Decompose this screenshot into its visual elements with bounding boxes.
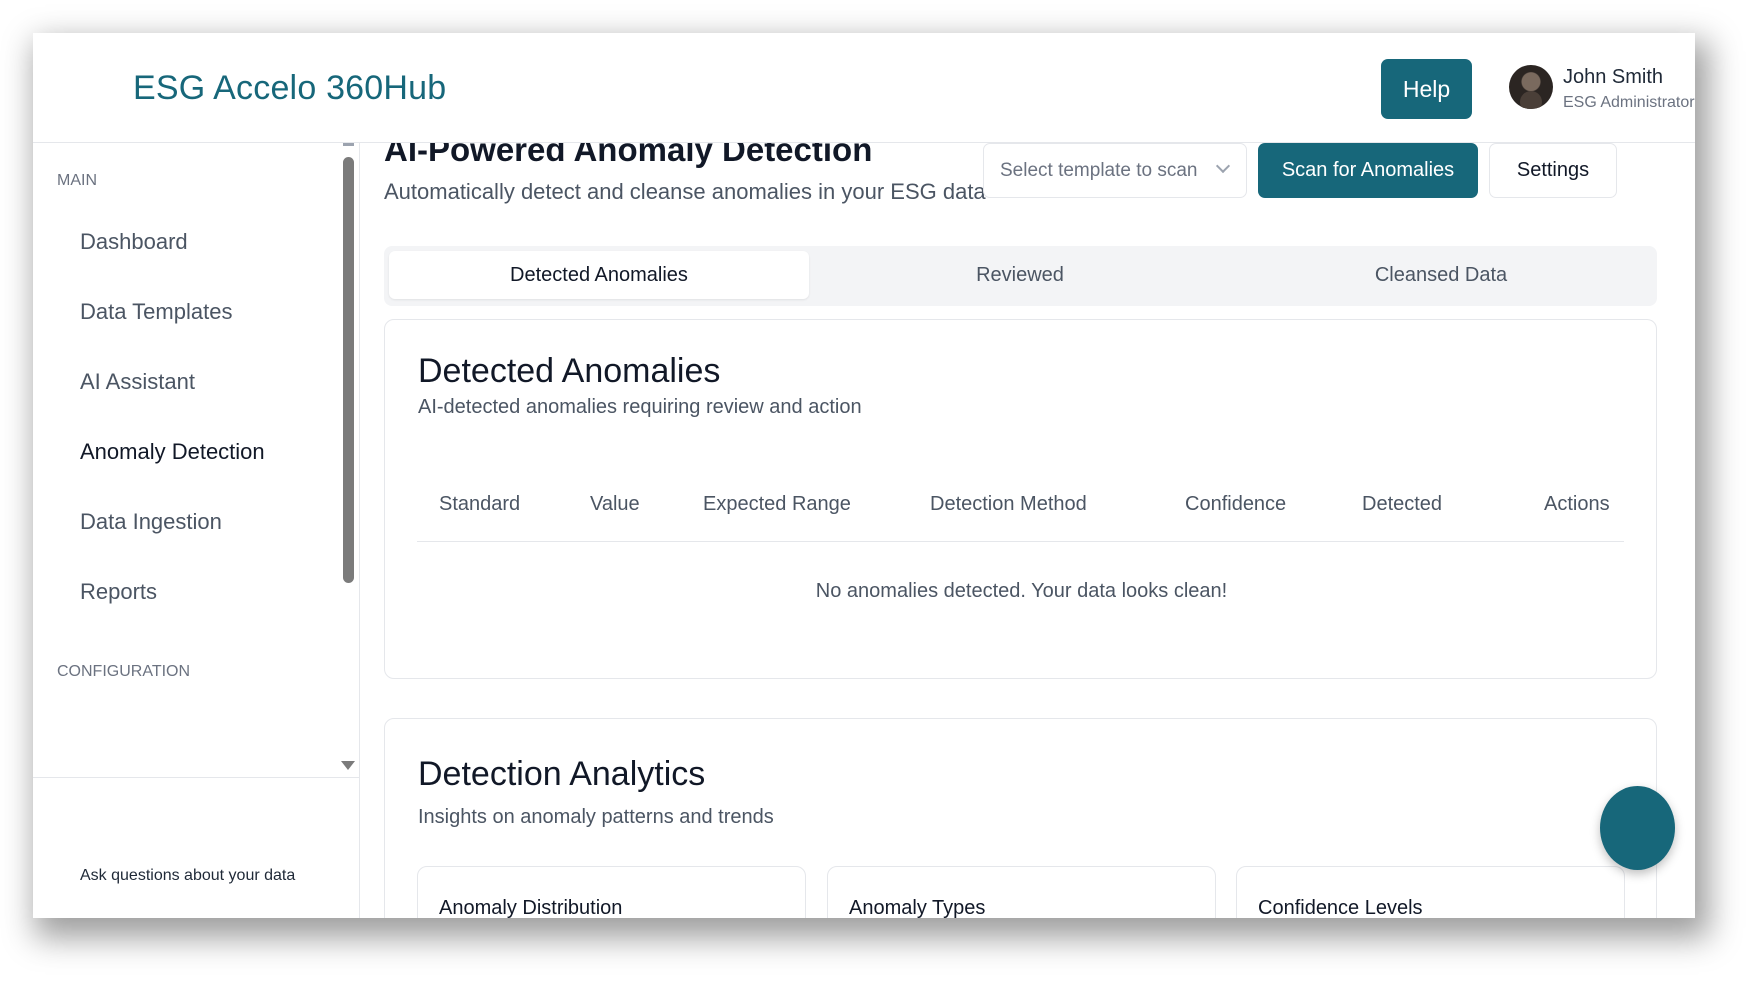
sidebar-scrollbar-top xyxy=(343,143,354,146)
tab-bar: Detected Anomalies Reviewed Cleansed Dat… xyxy=(384,246,1657,306)
sidebar-section-configuration: CONFIGURATION xyxy=(57,663,191,680)
template-select[interactable]: Select template to scan xyxy=(983,143,1247,198)
main-content: AI-Powered Anomaly Detection Automatical… xyxy=(360,143,1695,918)
column-header-confidence[interactable]: Confidence xyxy=(1185,493,1286,516)
confidence-levels-panel: Confidence Levels xyxy=(1236,866,1625,918)
template-select-placeholder: Select template to scan xyxy=(1000,160,1198,181)
table-header-divider xyxy=(417,541,1624,542)
sidebar-item-ai-assistant[interactable]: AI Assistant xyxy=(80,369,195,395)
detected-anomalies-title: Detected Anomalies xyxy=(418,352,721,390)
anomaly-distribution-panel: Anomaly Distribution xyxy=(417,866,806,918)
sidebar-scrollbar-thumb[interactable] xyxy=(343,157,354,583)
tab-reviewed[interactable]: Reviewed xyxy=(810,251,1230,299)
sidebar-item-data-ingestion[interactable]: Data Ingestion xyxy=(80,509,222,535)
column-header-value[interactable]: Value xyxy=(590,493,640,516)
confidence-levels-title: Confidence Levels xyxy=(1258,897,1423,918)
column-header-expected-range[interactable]: Expected Range xyxy=(703,493,851,516)
settings-button[interactable]: Settings xyxy=(1489,143,1617,198)
sidebar-section-main: MAIN xyxy=(57,172,97,189)
app-window: ESG Accelo 360Hub Help John Smith ESG Ad… xyxy=(33,33,1695,918)
sidebar-item-anomaly-detection[interactable]: Anomaly Detection xyxy=(80,439,265,465)
sidebar-item-data-templates[interactable]: Data Templates xyxy=(80,299,232,325)
detected-anomalies-subtitle: AI-detected anomalies requiring review a… xyxy=(418,396,862,418)
sidebar-item-dashboard[interactable]: Dashboard xyxy=(80,229,188,255)
sidebar-item-reports[interactable]: Reports xyxy=(80,579,157,605)
empty-state-message: No anomalies detected. Your data looks c… xyxy=(815,580,1228,602)
detection-analytics-title: Detection Analytics xyxy=(418,755,706,793)
chat-assistant-fab-button[interactable] xyxy=(1600,786,1675,870)
anomaly-distribution-title: Anomaly Distribution xyxy=(439,897,623,918)
chevron-down-icon xyxy=(1215,158,1231,174)
user-avatar[interactable] xyxy=(1509,65,1553,109)
help-button[interactable]: Help xyxy=(1381,59,1472,119)
sidebar-divider xyxy=(33,777,360,778)
detection-analytics-subtitle: Insights on anomaly patterns and trends xyxy=(418,806,774,828)
column-header-actions: Actions xyxy=(1544,493,1610,515)
column-header-detection-method[interactable]: Detection Method xyxy=(930,493,1087,516)
tab-cleansed-data[interactable]: Cleansed Data xyxy=(1231,251,1651,299)
anomaly-types-panel: Anomaly Types xyxy=(827,866,1216,918)
top-header: ESG Accelo 360Hub Help John Smith ESG Ad… xyxy=(33,33,1695,143)
scan-for-anomalies-button[interactable]: Scan for Anomalies xyxy=(1258,143,1478,198)
detected-anomalies-card: Detected Anomalies AI-detected anomalies… xyxy=(384,319,1657,679)
user-role: ESG Administrator xyxy=(1563,94,1695,111)
sidebar-ai-prompt[interactable]: Ask questions about your data xyxy=(80,867,295,885)
sidebar: MAIN Dashboard Data Templates AI Assista… xyxy=(33,143,360,918)
page-subtitle: Automatically detect and cleanse anomali… xyxy=(384,179,986,204)
tab-detected-anomalies[interactable]: Detected Anomalies xyxy=(389,251,809,299)
page-title: AI-Powered Anomaly Detection xyxy=(384,143,873,168)
column-header-standard[interactable]: Standard xyxy=(439,493,520,516)
detection-analytics-card: Detection Analytics Insights on anomaly … xyxy=(384,718,1657,918)
anomaly-types-title: Anomaly Types xyxy=(849,897,986,918)
column-header-detected[interactable]: Detected xyxy=(1362,493,1442,516)
scroll-down-arrow-icon[interactable] xyxy=(341,761,355,770)
brand-logo-text[interactable]: ESG Accelo 360Hub xyxy=(133,69,446,108)
user-name: John Smith xyxy=(1563,66,1664,88)
